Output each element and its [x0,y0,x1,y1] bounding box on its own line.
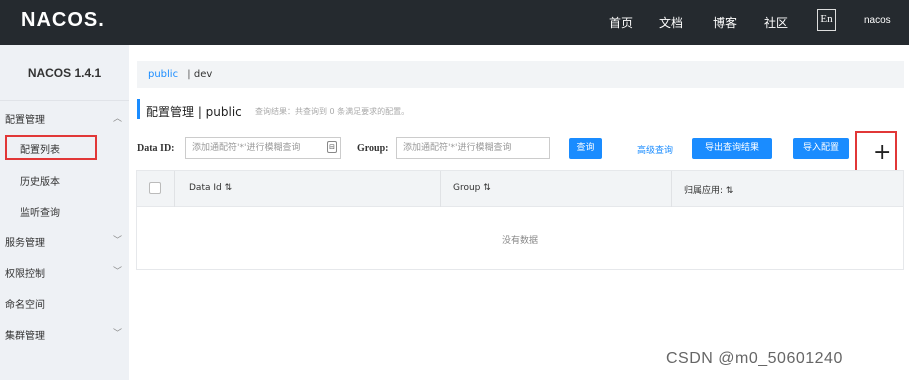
sidebar-group-cluster[interactable]: 集群管理 [5,327,45,342]
empty-table-text: 没有数据 [501,236,538,246]
nav-home[interactable]: 首页 [609,14,633,31]
column-data-id[interactable]: Data Id ⇅ [189,183,232,193]
query-result-text: 查询结果：共查询到 0 条满足要求的配置。 [255,107,410,116]
sidebar: NACOS 1.4.1 配置管理 ︿ 配置列表 历史版本 监听查询 服务管理 ﹀… [0,45,129,380]
breadcrumb-separator: | [187,69,191,80]
selection-highlight-box [5,135,97,160]
column-divider [440,171,441,207]
version-label: NACOS 1.4.1 [0,45,129,101]
column-app[interactable]: 归属应用: ⇅ [684,183,733,196]
user-name[interactable]: nacos [864,15,891,26]
config-table: Data Id ⇅ Group ⇅ 归属应用: ⇅ 没有数据 [136,170,904,270]
input-history-icon[interactable]: ⊟ [327,141,337,153]
nacos-logo[interactable]: NACOS. [21,9,105,32]
column-divider [671,171,672,207]
group-label: Group: [357,143,389,154]
chevron-down-icon[interactable]: ﹀ [113,326,122,339]
chevron-down-icon[interactable]: ﹀ [113,264,122,277]
add-config-icon[interactable]: + [873,140,891,166]
top-bar: NACOS. 首页 文档 博客 社区 En nacos [0,0,909,45]
query-button[interactable]: 查询 [569,138,602,159]
namespace-breadcrumb: public | dev [137,61,904,88]
namespace-dev[interactable]: dev [194,69,212,80]
data-id-label: Data ID: [137,143,175,154]
export-button[interactable]: 导出查询结果 [692,138,772,159]
chevron-up-icon[interactable]: ︿ [113,111,122,124]
sidebar-group-auth[interactable]: 权限控制 [5,265,45,280]
language-toggle[interactable]: En [817,9,836,31]
chevron-down-icon[interactable]: ﹀ [113,233,122,246]
import-button[interactable]: 导入配置 [793,138,849,159]
namespace-public[interactable]: public [148,69,178,80]
watermark: CSDN @m0_50601240 [666,350,843,367]
sidebar-group-namespace[interactable]: 命名空间 [5,296,45,311]
page-title: 配置管理 | public [146,105,242,119]
nav-docs[interactable]: 文档 [659,14,683,31]
select-all-checkbox[interactable] [149,182,161,194]
column-group[interactable]: Group ⇅ [453,183,491,193]
nav-community[interactable]: 社区 [764,14,788,31]
advanced-query-link[interactable]: 高级查询 [637,143,673,156]
nav-blog[interactable]: 博客 [713,14,737,31]
data-id-input[interactable]: 添加通配符'*'进行模糊查询 [185,137,341,159]
title-accent-bar [137,99,140,119]
sidebar-group-service[interactable]: 服务管理 [5,234,45,249]
group-input[interactable]: 添加通配符'*'进行模糊查询 [396,137,550,159]
sidebar-item-listener[interactable]: 监听查询 [20,204,60,219]
sidebar-item-history[interactable]: 历史版本 [20,173,60,188]
sidebar-group-config[interactable]: 配置管理 [5,111,45,126]
table-header: Data Id ⇅ Group ⇅ 归属应用: ⇅ [137,171,903,207]
column-divider [174,171,175,207]
